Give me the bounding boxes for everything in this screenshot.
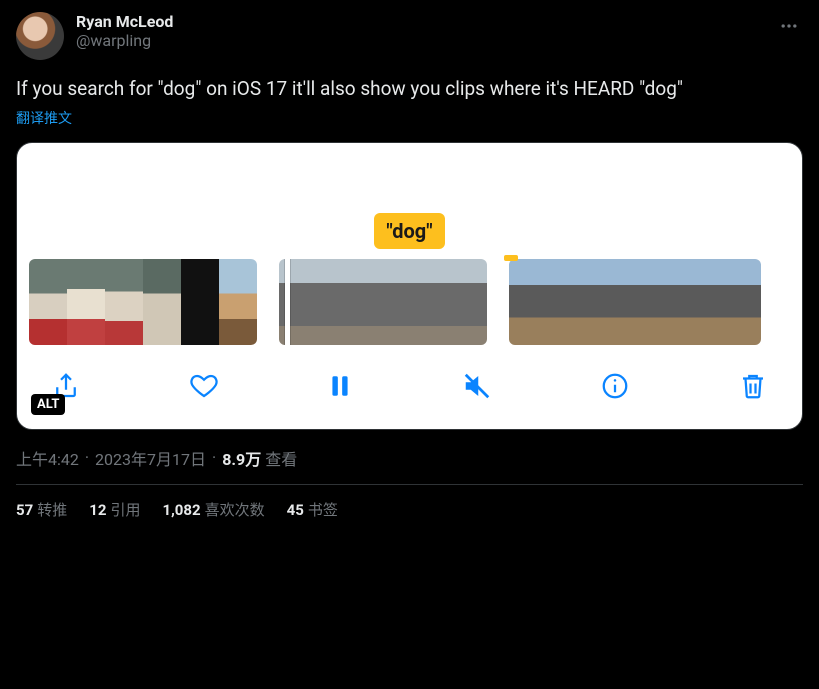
pause-button[interactable] xyxy=(327,371,353,401)
likes-stat[interactable]: 1,082喜欢次数 xyxy=(162,499,264,520)
mute-button[interactable] xyxy=(462,371,492,401)
trash-button[interactable] xyxy=(738,371,768,401)
playhead[interactable] xyxy=(285,259,290,345)
tweet-date[interactable]: 2023年7月17日 xyxy=(95,446,206,470)
playhead-tick xyxy=(504,255,518,261)
media-card[interactable]: "dog" xyxy=(16,142,803,430)
divider xyxy=(16,484,803,485)
stats-row: 57转推 12引用 1,082喜欢次数 45书签 xyxy=(16,499,803,520)
clip-thumbnail[interactable] xyxy=(29,259,257,345)
tweet-text: If you search for "dog" on iOS 17 it'll … xyxy=(16,76,803,102)
more-button[interactable] xyxy=(775,12,803,44)
pause-icon xyxy=(327,371,353,401)
views-label: 查看 xyxy=(265,446,297,470)
alt-badge[interactable]: ALT xyxy=(31,394,65,415)
info-button[interactable] xyxy=(600,371,630,401)
media-header: "dog" xyxy=(17,143,802,255)
search-tag: "dog" xyxy=(374,213,444,249)
bookmarks-stat[interactable]: 45书签 xyxy=(287,499,338,520)
clip-thumbnail[interactable] xyxy=(509,259,761,345)
more-icon xyxy=(779,16,799,36)
quotes-stat[interactable]: 12引用 xyxy=(89,499,140,520)
views-count[interactable]: 8.9万 xyxy=(222,446,261,470)
timeline-row[interactable] xyxy=(17,255,802,349)
mute-icon xyxy=(462,371,492,401)
tweet-header: Ryan McLeod @warpling xyxy=(16,12,803,60)
heart-icon xyxy=(189,371,219,401)
clip-thumbnail[interactable] xyxy=(279,259,487,345)
avatar[interactable] xyxy=(16,12,64,60)
retweets-stat[interactable]: 57转推 xyxy=(16,499,67,520)
translate-link[interactable]: 翻译推文 xyxy=(16,108,803,128)
author-block: Ryan McLeod @warpling xyxy=(76,12,763,50)
heart-button[interactable] xyxy=(189,371,219,401)
tweet-meta: 上午4:42 · 2023年7月17日 · 8.9万 查看 xyxy=(16,446,803,470)
tweet-time[interactable]: 上午4:42 xyxy=(16,446,79,470)
display-name[interactable]: Ryan McLeod xyxy=(76,12,763,31)
tweet: Ryan McLeod @warpling If you search for … xyxy=(0,0,819,532)
info-icon xyxy=(600,371,630,401)
trash-icon xyxy=(738,371,768,401)
handle[interactable]: @warpling xyxy=(76,31,763,50)
media-toolbar xyxy=(17,349,802,429)
